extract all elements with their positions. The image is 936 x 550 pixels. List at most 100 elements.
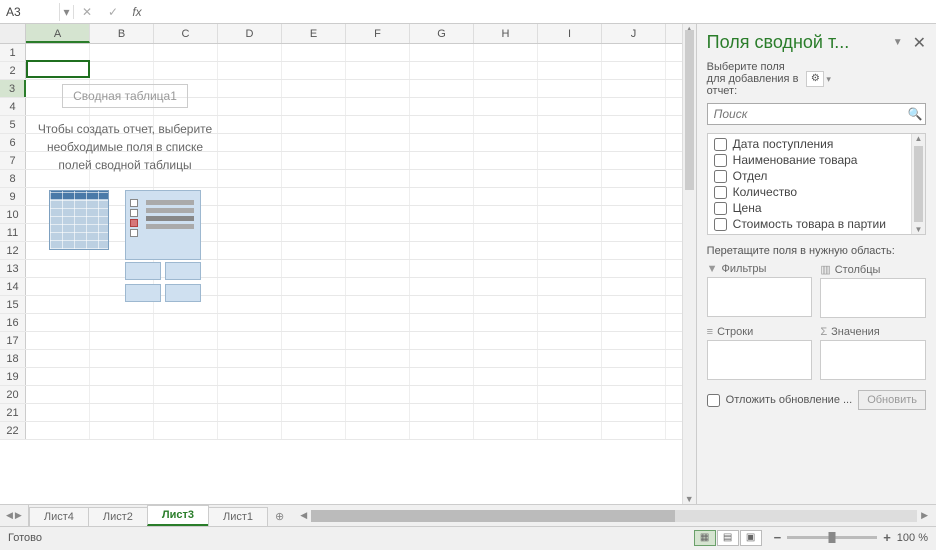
cell[interactable]: [346, 332, 410, 349]
cell[interactable]: [474, 386, 538, 403]
cell[interactable]: [346, 260, 410, 277]
cell[interactable]: [218, 80, 282, 97]
row-header[interactable]: 5: [0, 116, 26, 133]
tab-nav-prev-icon[interactable]: ◀: [6, 510, 13, 521]
cell[interactable]: [90, 386, 154, 403]
cell[interactable]: [26, 62, 90, 79]
column-header[interactable]: D: [218, 24, 282, 43]
cell[interactable]: [26, 314, 90, 331]
cell[interactable]: [602, 98, 666, 115]
cell[interactable]: [282, 44, 346, 61]
cell[interactable]: [602, 368, 666, 385]
column-header[interactable]: A: [26, 24, 90, 43]
cell[interactable]: [346, 368, 410, 385]
cell[interactable]: [410, 116, 474, 133]
cell[interactable]: [474, 80, 538, 97]
cell[interactable]: [346, 242, 410, 259]
cell[interactable]: [26, 386, 90, 403]
cell[interactable]: [346, 296, 410, 313]
cell[interactable]: [538, 386, 602, 403]
cell[interactable]: [602, 260, 666, 277]
cell[interactable]: [154, 332, 218, 349]
cell[interactable]: [154, 314, 218, 331]
drop-zone-values[interactable]: ΣЗначения: [820, 326, 926, 380]
cell[interactable]: [602, 242, 666, 259]
cell[interactable]: [154, 368, 218, 385]
hscroll-right-icon[interactable]: ▶: [917, 510, 932, 521]
cell[interactable]: [154, 44, 218, 61]
cell[interactable]: [346, 404, 410, 421]
cell[interactable]: [474, 224, 538, 241]
cell[interactable]: [474, 152, 538, 169]
horizontal-scrollbar[interactable]: ◀ ▶: [292, 505, 936, 526]
name-box-dropdown[interactable]: ▾: [60, 5, 74, 19]
view-normal-icon[interactable]: ▦: [694, 530, 716, 546]
cell[interactable]: [346, 44, 410, 61]
tab-nav-next-icon[interactable]: ▶: [15, 510, 22, 521]
cell[interactable]: [90, 404, 154, 421]
cell[interactable]: [602, 404, 666, 421]
cell[interactable]: [602, 296, 666, 313]
cell[interactable]: [218, 224, 282, 241]
cell[interactable]: [602, 332, 666, 349]
column-header[interactable]: C: [154, 24, 218, 43]
cell[interactable]: [602, 62, 666, 79]
cell[interactable]: [346, 98, 410, 115]
cell[interactable]: [90, 332, 154, 349]
cell[interactable]: [218, 242, 282, 259]
sheet-tab[interactable]: Лист1: [208, 507, 268, 526]
cell[interactable]: [346, 80, 410, 97]
cell[interactable]: [90, 44, 154, 61]
cell[interactable]: [90, 62, 154, 79]
cell[interactable]: [218, 422, 282, 439]
row-header[interactable]: 21: [0, 404, 26, 421]
cell[interactable]: [538, 80, 602, 97]
cell[interactable]: [474, 422, 538, 439]
vscroll-thumb[interactable]: [685, 30, 694, 190]
cell[interactable]: [282, 314, 346, 331]
cell[interactable]: [218, 116, 282, 133]
field-item[interactable]: Стоимость товара в партии: [708, 216, 925, 232]
row-header[interactable]: 13: [0, 260, 26, 277]
cell[interactable]: [602, 278, 666, 295]
cell[interactable]: [282, 242, 346, 259]
cell[interactable]: [602, 350, 666, 367]
field-item[interactable]: Дата поступления: [708, 136, 925, 152]
cell[interactable]: [538, 314, 602, 331]
hscroll-thumb[interactable]: [311, 510, 675, 522]
cell[interactable]: [26, 368, 90, 385]
cell[interactable]: [282, 296, 346, 313]
cell[interactable]: [218, 62, 282, 79]
cell[interactable]: [154, 350, 218, 367]
cell[interactable]: [410, 242, 474, 259]
cell[interactable]: [346, 134, 410, 151]
cell[interactable]: [282, 116, 346, 133]
gear-dropdown-icon[interactable]: ▾: [826, 74, 926, 85]
defer-update-checkbox[interactable]: [707, 394, 720, 407]
cell[interactable]: [90, 422, 154, 439]
cell[interactable]: [474, 350, 538, 367]
search-icon[interactable]: 🔍: [905, 104, 925, 124]
cell[interactable]: [282, 152, 346, 169]
cell[interactable]: [474, 296, 538, 313]
row-header[interactable]: 22: [0, 422, 26, 439]
row-header[interactable]: 1: [0, 44, 26, 61]
update-button[interactable]: Обновить: [858, 390, 926, 410]
cell[interactable]: [538, 422, 602, 439]
zoom-in-button[interactable]: +: [883, 530, 891, 545]
row-header[interactable]: 10: [0, 206, 26, 223]
row-header[interactable]: 12: [0, 242, 26, 259]
fl-scroll-thumb[interactable]: [914, 146, 923, 222]
cell[interactable]: [218, 206, 282, 223]
cell[interactable]: [282, 188, 346, 205]
cell[interactable]: [474, 134, 538, 151]
cell[interactable]: [538, 188, 602, 205]
cell[interactable]: [282, 404, 346, 421]
row-header[interactable]: 4: [0, 98, 26, 115]
cell[interactable]: [538, 206, 602, 223]
cell[interactable]: [282, 206, 346, 223]
cell[interactable]: [602, 80, 666, 97]
cell[interactable]: [154, 386, 218, 403]
field-checkbox[interactable]: [714, 138, 727, 151]
cell[interactable]: [218, 332, 282, 349]
